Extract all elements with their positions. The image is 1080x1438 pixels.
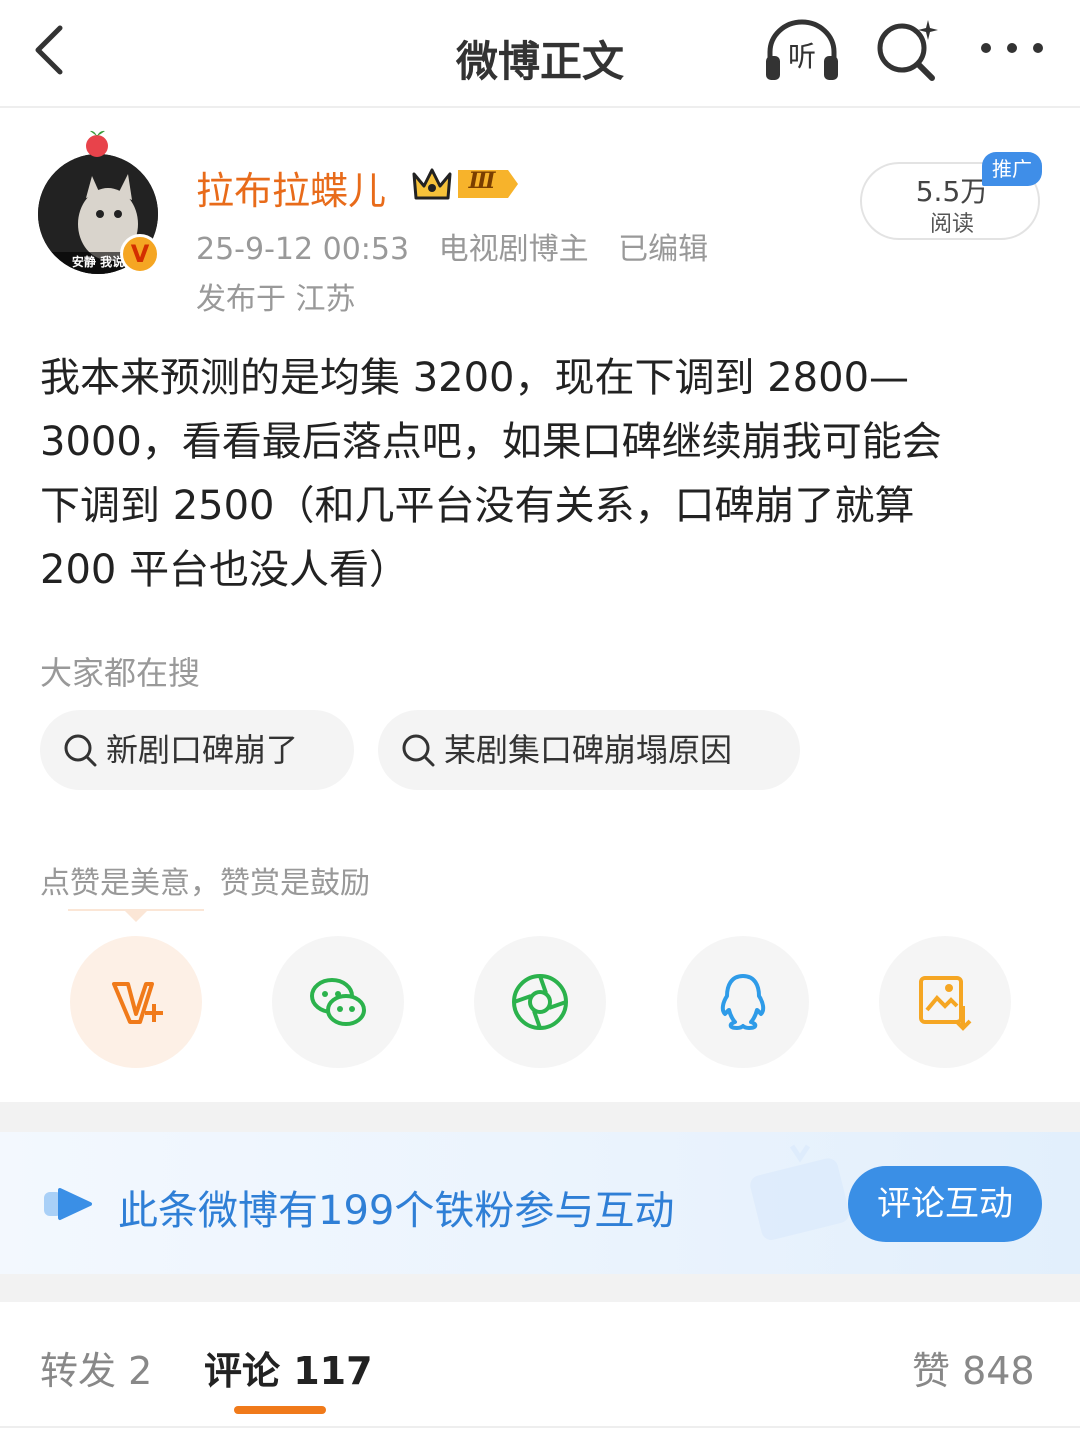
post-timestamp: 25-9-12 00:53 — [196, 232, 410, 267]
verified-badge: V — [120, 234, 160, 274]
section-divider — [0, 1102, 1080, 1132]
post-line: 下调到 2500（和几平台没有关系，口碑崩了就算 — [40, 483, 915, 529]
hint-pointer — [68, 909, 204, 922]
v-plus-reward-icon — [112, 982, 163, 1024]
level-numeral: Ⅲ — [468, 168, 496, 194]
search-icon — [64, 734, 97, 767]
wechat-icon — [310, 978, 366, 1026]
reward-hint: 点赞是美意，赞赏是鼓励 — [40, 866, 370, 901]
active-tab-indicator — [234, 1406, 326, 1414]
listen-button[interactable]: 听 — [762, 16, 842, 82]
search-icon — [402, 734, 435, 767]
share-qq-button[interactable] — [677, 936, 809, 1068]
moments-icon — [512, 974, 568, 1030]
save-image-button[interactable] — [879, 936, 1011, 1068]
post-line: 200 平台也没人看） — [40, 547, 410, 593]
section-divider — [0, 1274, 1080, 1302]
hot-search-chip-label: 某剧集口碑崩塌原因 — [444, 731, 733, 769]
tab-comment[interactable]: 评论 117 — [204, 1340, 373, 1395]
post-meta: 25-9-12 00:53 电视剧博主 已编辑 — [196, 224, 728, 268]
author-avatar-wrap[interactable]: 安静 我说 V — [38, 128, 160, 276]
headphone-icon: 听 — [766, 19, 838, 80]
edited-flag[interactable]: 已编辑 — [618, 232, 708, 267]
play-arrow-icon — [44, 1188, 92, 1220]
share-moments-button[interactable] — [474, 936, 606, 1068]
tab-repost[interactable]: 转发 2 — [40, 1340, 152, 1395]
post-line: 3000，看看最后落点吧，如果口碑继续崩我可能会 — [40, 419, 942, 465]
more-options-icon[interactable] — [976, 28, 1048, 68]
top-nav-bar: 微博正文 听 — [0, 0, 1080, 108]
iron-fan-banner[interactable]: 此条微博有199个铁粉参与互动 评论互动 — [0, 1132, 1080, 1274]
post-line: 我本来预测的是均集 3200，现在下调到 2800— — [40, 355, 910, 401]
hot-search-title: 大家都在搜 — [40, 654, 201, 692]
listen-label: 听 — [788, 40, 816, 73]
save-image-icon — [919, 976, 972, 1031]
search-sparkle-icon[interactable] — [872, 16, 940, 82]
tab-like[interactable]: 赞 848 — [912, 1340, 1035, 1395]
hot-search-chip[interactable]: 某剧集口碑崩塌原因 — [378, 710, 800, 790]
author-role: 电视剧博主 — [438, 232, 589, 267]
post-location: 发布于 江苏 — [196, 282, 356, 317]
weibo-post-page: 微博正文 听 安静 我说 V 拉布拉蝶儿 Ⅲ 25-9-12 00:53 电视剧… — [0, 0, 1080, 1438]
tabs-divider — [0, 1426, 1080, 1428]
reward-button[interactable] — [70, 936, 202, 1068]
comment-interact-button[interactable]: 评论互动 — [848, 1166, 1042, 1242]
author-name[interactable]: 拉布拉蝶儿 — [196, 160, 386, 215]
lychee-icon — [86, 130, 108, 157]
promote-tag[interactable]: 推广 — [982, 152, 1042, 186]
qq-icon — [720, 974, 766, 1030]
post-content: 我本来预测的是均集 3200，现在下调到 2800— 3000，看看最后落点吧，… — [40, 346, 1040, 602]
tv-decoration-icon — [750, 1144, 850, 1240]
hot-search-chip-label: 新剧口碑崩了 — [106, 731, 299, 769]
iron-fan-text: 此条微博有199个铁粉参与互动 — [118, 1188, 675, 1234]
hot-search-chip[interactable]: 新剧口碑崩了 — [40, 710, 354, 790]
share-wechat-button[interactable] — [272, 936, 404, 1068]
read-label: 阅读 — [929, 212, 974, 237]
